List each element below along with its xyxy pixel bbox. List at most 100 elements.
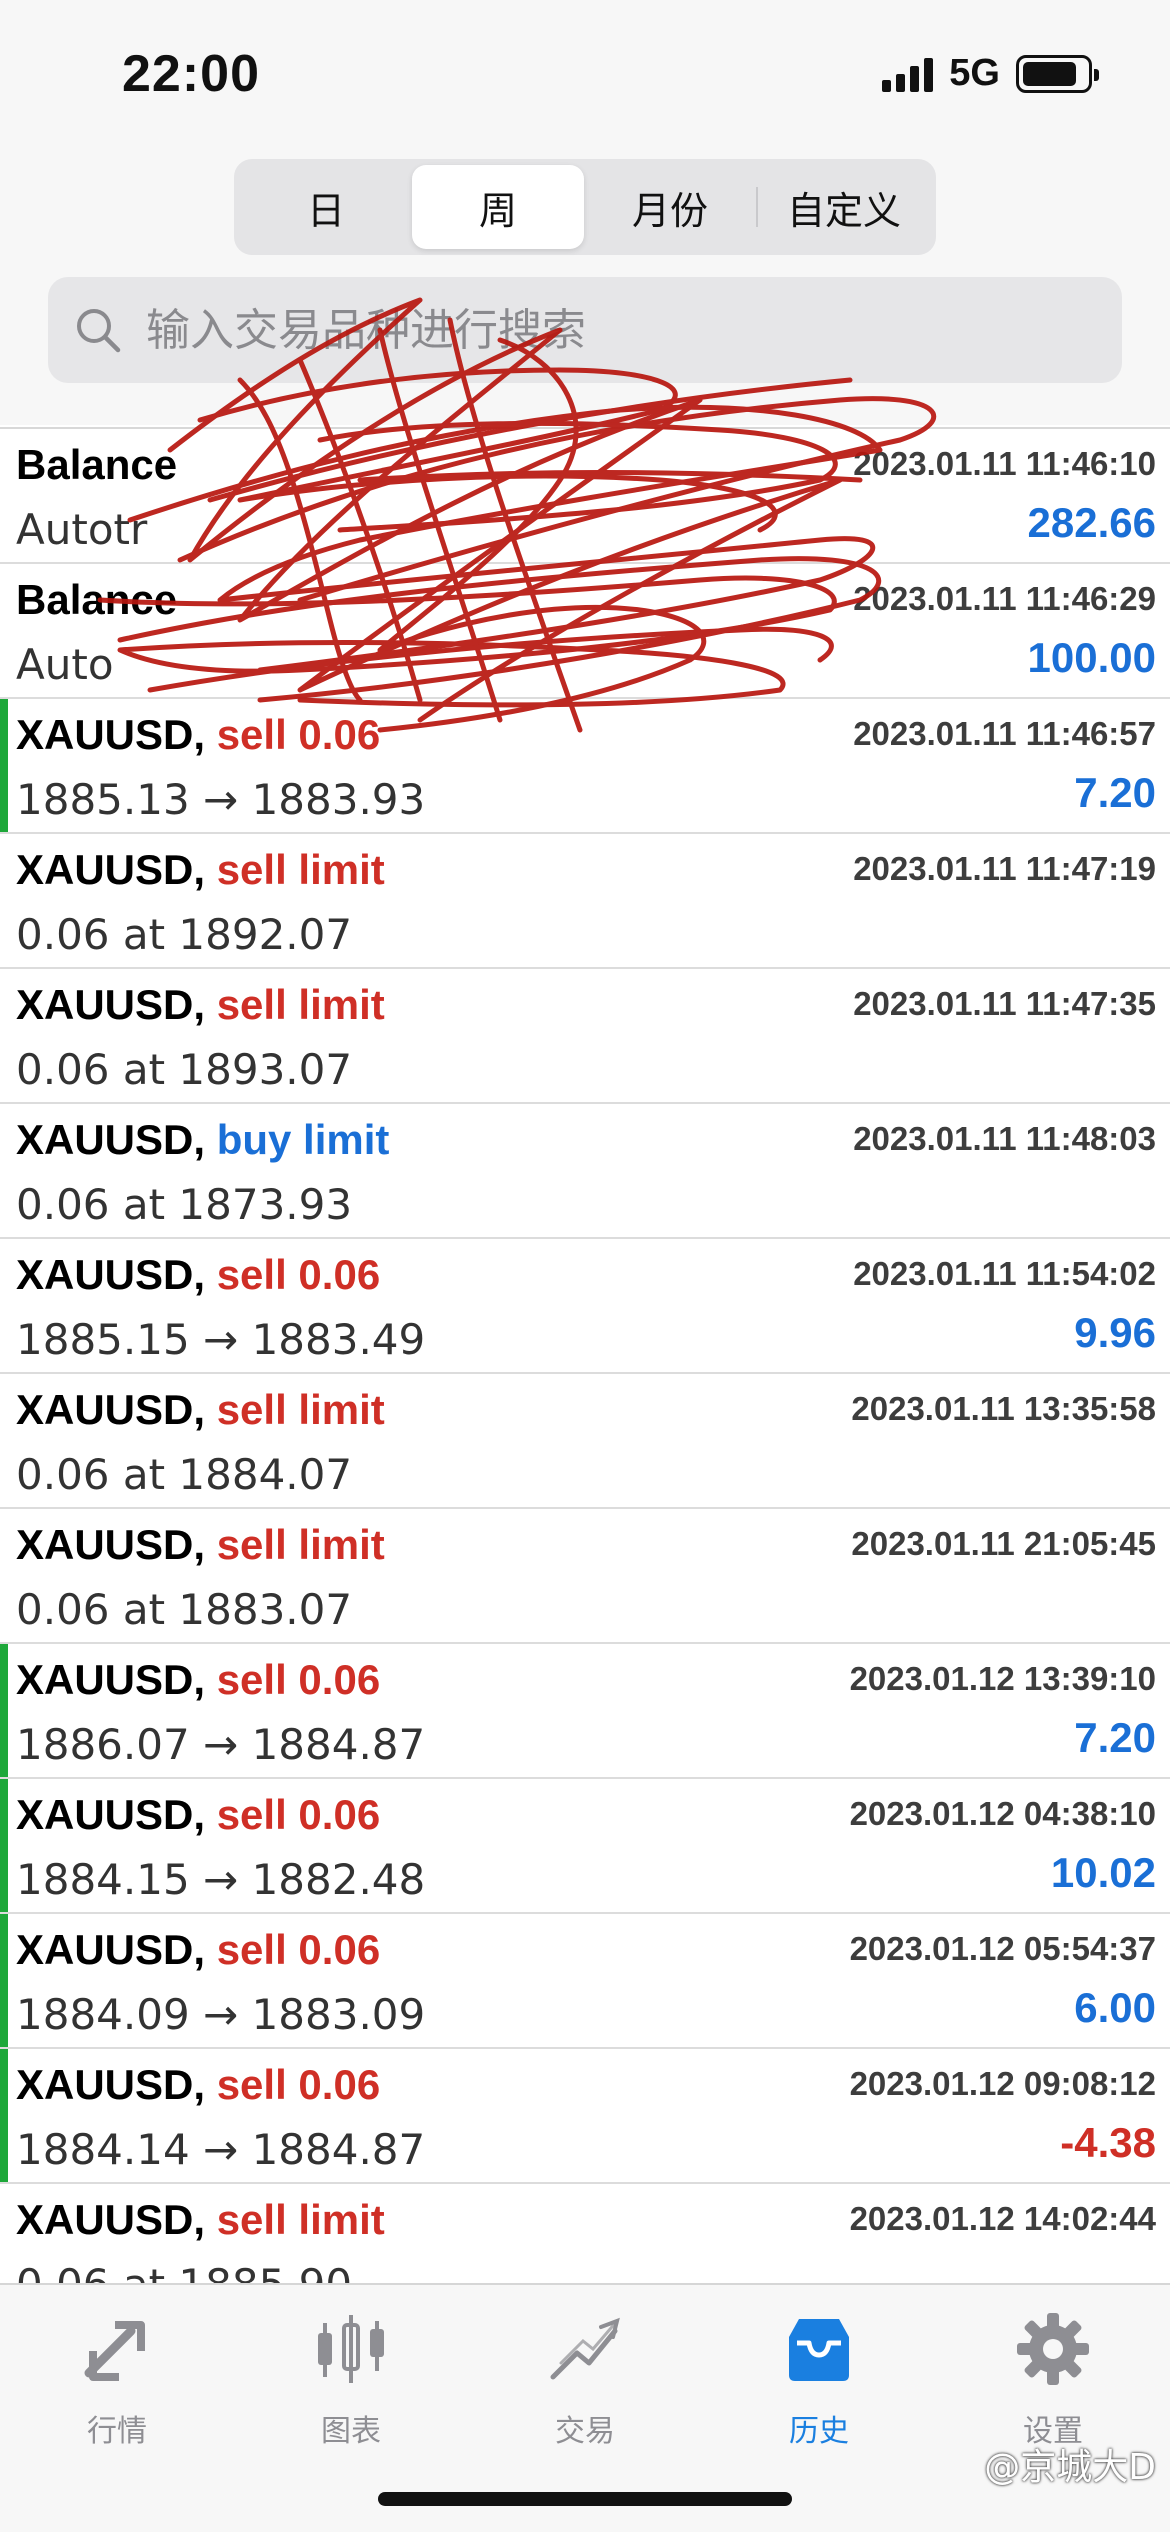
history-header: 日 周 月份 自定义 — [0, 150, 1170, 425]
row-detail: 1884.09 → 1883.09 — [16, 1990, 426, 2039]
row-symbol: XAUUSD, — [16, 981, 206, 1028]
row-action: buy limit — [216, 1116, 390, 1163]
row-profit: 282.66 — [1027, 499, 1156, 546]
row-time: 2023.01.12 05:54:37 — [849, 1930, 1156, 1967]
history-row[interactable]: XAUUSD, sell 0.06 1885.15 → 1883.49 2023.0… — [0, 1239, 1170, 1374]
period-custom-button[interactable]: 自定义 — [758, 165, 930, 249]
row-detail: 0.06 at 1873.93 — [16, 1180, 353, 1229]
row-symbol: XAUUSD, — [16, 846, 206, 893]
row-title: Balance — [16, 441, 177, 489]
row-title: XAUUSD, sell 0.06 — [16, 1791, 380, 1839]
history-row[interactable]: XAUUSD, sell limit 0.06 at 1893.07 2023.01… — [0, 969, 1170, 1104]
symbol-search-bar[interactable] — [48, 277, 1122, 383]
row-action: sell 0.06 — [216, 1926, 381, 1973]
home-indicator[interactable] — [378, 2492, 792, 2506]
row-title: XAUUSD, sell 0.06 — [16, 2061, 380, 2109]
period-month-button[interactable]: 月份 — [584, 165, 756, 249]
search-icon — [77, 309, 121, 353]
row-action: sell 0.06 — [216, 1656, 381, 1703]
row-action: sell limit — [216, 1521, 385, 1568]
row-title: XAUUSD, sell 0.06 — [16, 711, 380, 759]
gear-icon — [1011, 2307, 1095, 2396]
row-time: 2023.01.12 04:38:10 — [849, 1795, 1156, 1832]
row-action: sell 0.06 — [216, 2061, 381, 2108]
row-time: 2023.01.11 11:48:03 — [853, 1120, 1156, 1157]
row-title: XAUUSD, sell limit — [16, 2196, 385, 2244]
row-time: 2023.01.11 11:54:02 — [853, 1255, 1156, 1292]
history-row[interactable]: XAUUSD, sell limit 0.06 at 1884.07 2023.01… — [0, 1374, 1170, 1509]
row-symbol: Balance — [16, 441, 178, 488]
row-detail: 0.06 at 1883.07 — [16, 1585, 353, 1634]
row-symbol: Balance — [16, 576, 178, 623]
row-action: sell 0.06 — [216, 711, 381, 758]
history-row[interactable]: XAUUSD, sell 0.06 1884.09 → 1883.09 2023.0… — [0, 1914, 1170, 2049]
row-detail: 0.06 at 1892.07 — [16, 910, 353, 959]
row-action: sell 0.06 — [216, 1791, 381, 1838]
row-profit: -4.38 — [1060, 2119, 1156, 2166]
row-symbol: XAUUSD, — [16, 1791, 206, 1838]
row-profit: 7.20 — [1074, 769, 1156, 816]
row-time: 2023.01.12 09:08:12 — [849, 2065, 1156, 2102]
row-symbol: XAUUSD, — [16, 1386, 206, 1433]
period-week-button[interactable]: 周 — [412, 165, 584, 249]
mt-history-screen: 22:00 5G 日 周 月份 自定义 Balanc — [0, 0, 1170, 2532]
tab-label: 历史 — [789, 2414, 849, 2449]
history-row[interactable]: XAUUSD, sell 0.06 1884.14 → 1884.87 2023.0… — [0, 2049, 1170, 2184]
row-profit: 6.00 — [1074, 1984, 1156, 2031]
candlestick-chart-icon — [309, 2307, 393, 2396]
history-row[interactable]: XAUUSD, sell 0.06 1886.07 → 1884.87 2023.0… — [0, 1644, 1170, 1779]
tab-quotes-arrows[interactable]: 行情 — [0, 2285, 234, 2465]
row-profit: 100.00 — [1027, 634, 1156, 681]
battery-icon — [1016, 54, 1099, 93]
history-row[interactable]: XAUUSD, sell 0.06 1884.15 → 1882.48 2023.0… — [0, 1779, 1170, 1914]
history-list[interactable]: Balance Autotr 2023.01.11 11:46:10 282.66 B… — [0, 427, 1170, 2283]
row-title: XAUUSD, sell 0.06 — [16, 1656, 380, 1704]
tab-label: 图表 — [321, 2414, 381, 2449]
row-symbol: XAUUSD, — [16, 1656, 206, 1703]
row-detail: 0.06 at 1885.90 — [16, 2260, 352, 2283]
tab-trade-line[interactable]: 交易 — [468, 2285, 702, 2465]
tab-candlestick-chart[interactable]: 图表 — [234, 2285, 468, 2465]
row-symbol: XAUUSD, — [16, 1116, 206, 1163]
row-title: XAUUSD, sell limit — [16, 981, 385, 1029]
row-symbol: XAUUSD, — [16, 2061, 206, 2108]
status-indicators: 5G — [882, 52, 1099, 95]
row-action: sell 0.06 — [216, 1251, 381, 1298]
row-detail: 1885.15 → 1883.49 — [16, 1315, 426, 1364]
row-detail: 0.06 at 1893.07 — [16, 1045, 353, 1094]
history-row[interactable]: XAUUSD, buy limit 0.06 at 1873.93 2023.01.… — [0, 1104, 1170, 1239]
history-row[interactable]: XAUUSD, sell 0.06 1885.13 → 1883.93 2023.0… — [0, 699, 1170, 834]
history-row[interactable]: XAUUSD, sell limit 0.06 at 1892.07 2023.01… — [0, 834, 1170, 969]
period-day-button[interactable]: 日 — [240, 165, 412, 249]
row-time: 2023.01.11 21:05:45 — [851, 1525, 1156, 1562]
row-detail: 1885.13 → 1883.93 — [16, 775, 426, 824]
row-profit: 7.20 — [1074, 1714, 1156, 1761]
search-input[interactable] — [146, 304, 1046, 356]
row-profit: 10.02 — [1050, 1849, 1156, 1896]
row-symbol: XAUUSD, — [16, 1251, 206, 1298]
battery-tip — [1094, 68, 1099, 81]
row-title: XAUUSD, sell 0.06 — [16, 1926, 380, 1974]
row-action: sell limit — [216, 846, 385, 893]
row-time: 2023.01.12 14:02:44 — [849, 2200, 1156, 2237]
history-row[interactable]: XAUUSD, sell limit 0.06 at 1885.90 2023.01… — [0, 2184, 1170, 2283]
quotes-arrows-icon — [75, 2307, 159, 2396]
row-detail: Autotr — [16, 505, 148, 554]
cellular-signal-icon — [882, 56, 934, 92]
row-time: 2023.01.11 11:46:29 — [853, 580, 1156, 617]
history-row[interactable]: Balance Auto 2023.01.11 11:46:29 100.00 — [0, 564, 1170, 699]
row-symbol: XAUUSD, — [16, 1521, 206, 1568]
period-segmented-control: 日 周 月份 自定义 — [234, 159, 936, 255]
row-time: 2023.01.11 11:46:10 — [853, 445, 1156, 482]
row-time: 2023.01.11 11:47:35 — [853, 985, 1156, 1022]
row-time: 2023.01.11 11:46:57 — [853, 715, 1156, 752]
row-action: sell limit — [216, 2196, 385, 2243]
history-row[interactable]: Balance Autotr 2023.01.11 11:46:10 282.66 — [0, 429, 1170, 564]
row-action: sell limit — [216, 981, 385, 1028]
history-inbox-icon — [777, 2307, 861, 2396]
trade-line-icon — [543, 2307, 627, 2396]
tab-history-inbox[interactable]: 历史 — [702, 2285, 936, 2465]
network-type: 5G — [949, 52, 1000, 94]
row-action: sell limit — [216, 1386, 385, 1433]
history-row[interactable]: XAUUSD, sell limit 0.06 at 1883.07 2023.01… — [0, 1509, 1170, 1644]
